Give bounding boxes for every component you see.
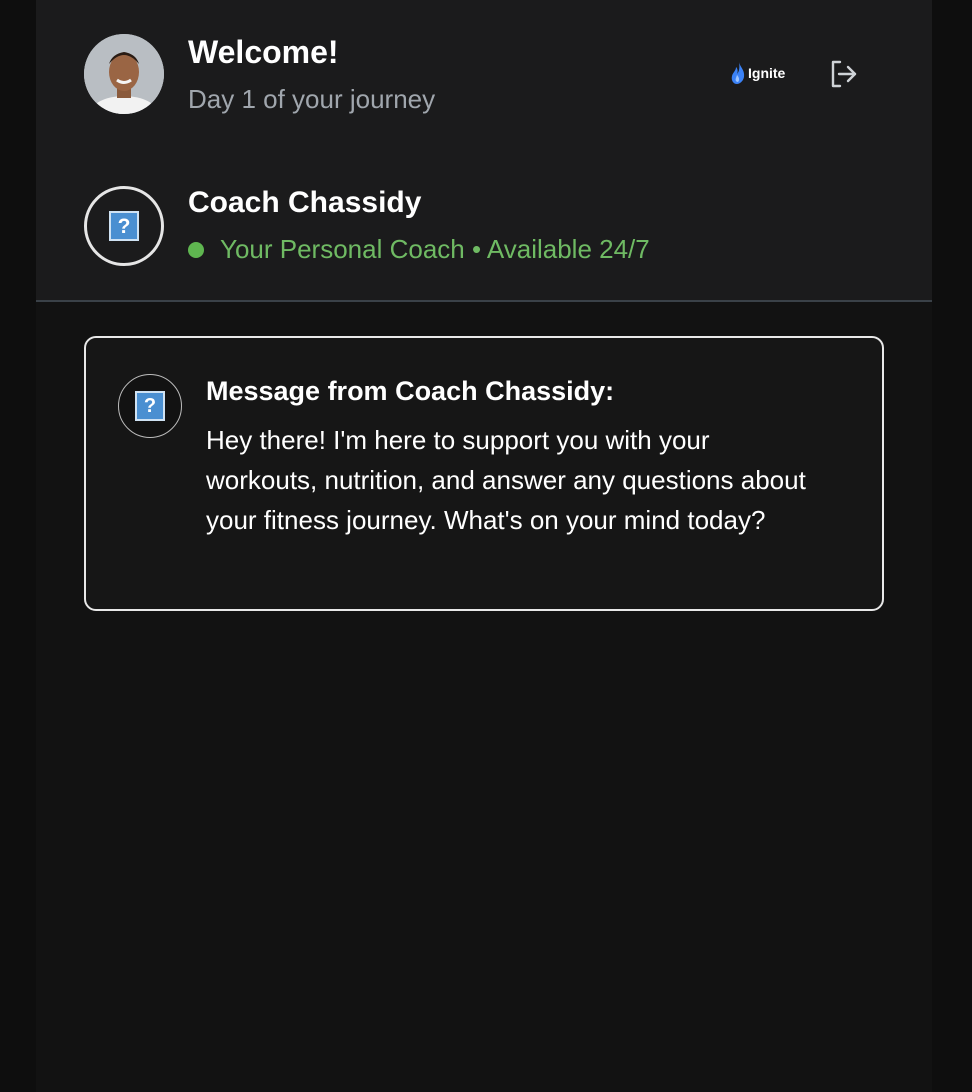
coach-name: Coach Chassidy — [188, 186, 422, 219]
flame-icon — [731, 62, 745, 84]
message-avatar: ? — [118, 374, 182, 438]
user-photo — [84, 34, 164, 114]
missing-image-icon: ? — [135, 391, 165, 421]
coach-avatar[interactable]: ? — [84, 186, 164, 266]
logout-icon — [831, 60, 857, 88]
coach-status: Your Personal Coach • Available 24/7 — [188, 234, 650, 265]
coach-status-text: Your Personal Coach • Available 24/7 — [220, 234, 650, 264]
coach-message-card: ? Message from Coach Chassidy: Hey there… — [84, 336, 884, 611]
online-status-dot — [188, 241, 204, 258]
brand-name: Ignite — [748, 65, 786, 81]
user-avatar[interactable] — [84, 34, 164, 114]
message-body: Hey there! I'm here to support you with … — [206, 425, 806, 535]
message-title: Message from Coach Chassidy: — [206, 376, 615, 406]
brand-logo[interactable]: Ignite — [730, 58, 785, 88]
left-gutter — [0, 0, 36, 1092]
right-gutter — [932, 0, 972, 1092]
missing-image-icon: ? — [109, 211, 139, 241]
logout-button[interactable] — [828, 58, 860, 90]
header: Welcome! Day 1 of your journey Ignite ? … — [36, 0, 932, 302]
journey-day-text: Day 1 of your journey — [188, 84, 436, 114]
welcome-heading: Welcome! — [188, 34, 339, 70]
